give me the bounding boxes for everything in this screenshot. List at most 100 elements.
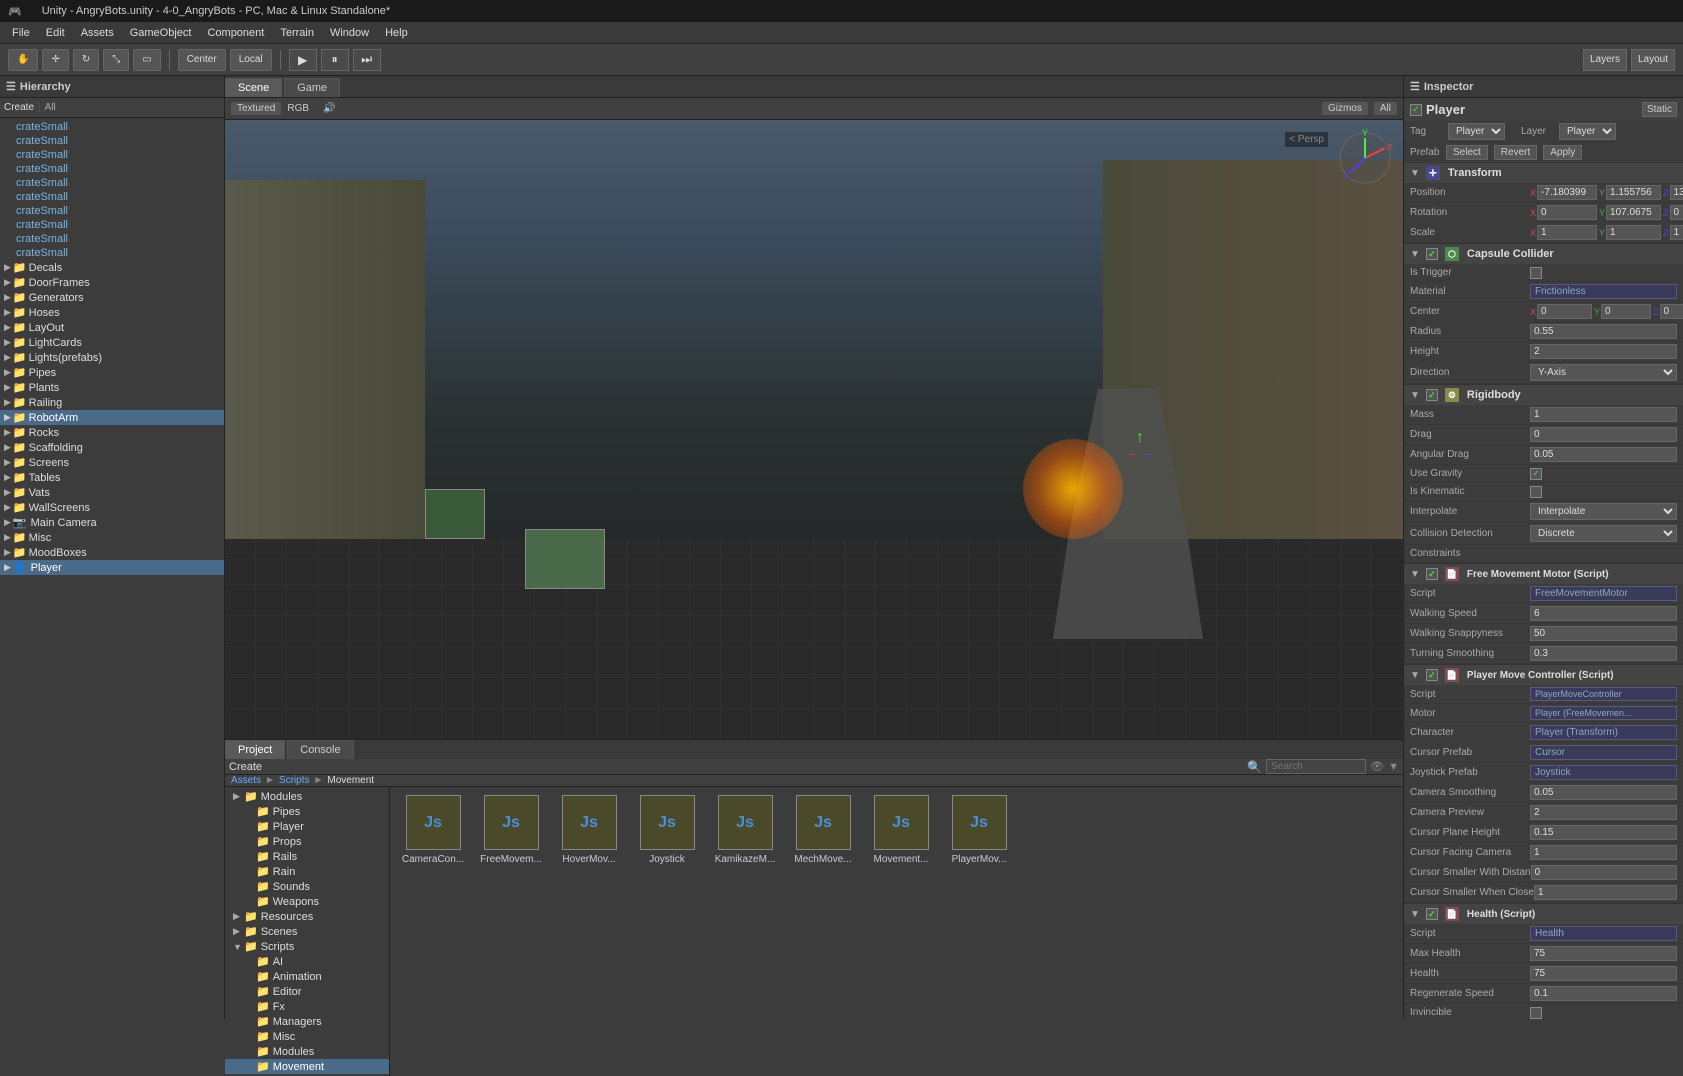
hierarchy-folder-tables[interactable]: ▶📁Tables (0, 470, 224, 485)
project-create-btn[interactable]: Create (229, 761, 262, 773)
center-y-input[interactable] (1601, 304, 1651, 319)
proj-folder-rain[interactable]: 📁Rain (225, 864, 389, 879)
is-kinematic-checkbox[interactable] (1530, 486, 1542, 498)
list-item[interactable]: crateSmall (0, 204, 224, 218)
list-item[interactable]: crateSmall (0, 190, 224, 204)
gizmos-btn[interactable]: Gizmos (1322, 102, 1368, 115)
proj-folder-editor[interactable]: 📁Editor (225, 984, 389, 999)
hierarchy-folder-decals[interactable]: ▶📁Decals (0, 260, 224, 275)
mass-input[interactable] (1530, 407, 1677, 422)
is-trigger-checkbox[interactable] (1530, 267, 1542, 279)
project-search-input[interactable] (1266, 759, 1366, 774)
hierarchy-folder-player[interactable]: ▶👤Player (0, 560, 224, 575)
proj-folder-modules[interactable]: ▶📁Modules (225, 789, 389, 804)
menu-item-edit[interactable]: Edit (38, 25, 73, 41)
proj-folder-rails[interactable]: 📁Rails (225, 849, 389, 864)
angular-drag-input[interactable] (1530, 447, 1677, 462)
cursor-smaller-close-input[interactable] (1534, 885, 1677, 900)
collision-select[interactable]: Discrete (1530, 525, 1677, 542)
max-health-input[interactable] (1530, 946, 1677, 961)
use-gravity-checkbox[interactable]: ✓ (1530, 468, 1542, 480)
hierarchy-folder-scaffolding[interactable]: ▶📁Scaffolding (0, 440, 224, 455)
apply-btn[interactable]: Apply (1543, 145, 1582, 160)
hierarchy-create-btn[interactable]: Create (4, 102, 34, 113)
list-item[interactable]: crateSmall (0, 120, 224, 134)
revert-btn[interactable]: Revert (1494, 145, 1537, 160)
health-script-ref[interactable]: Health (1530, 926, 1677, 941)
proj-folder-player[interactable]: 📁Player (225, 819, 389, 834)
list-item[interactable]: crateSmall (0, 218, 224, 232)
tool-rect[interactable]: ▭ (133, 49, 160, 71)
breadcrumb-scripts[interactable]: Scripts (279, 775, 310, 786)
static-btn[interactable]: Static (1642, 102, 1677, 117)
fm-script-ref[interactable]: FreeMovementMotor (1530, 586, 1677, 601)
rot-z-input[interactable] (1670, 205, 1683, 220)
health-enable-checkbox[interactable]: ✓ (1426, 908, 1438, 920)
file-item-cameracon[interactable]: Js CameraCon... (398, 795, 468, 865)
menu-item-window[interactable]: Window (322, 25, 377, 41)
proj-folder-animation[interactable]: 📁Animation (225, 969, 389, 984)
regen-speed-input[interactable] (1530, 986, 1677, 1001)
tool-hand[interactable]: ✋ (8, 49, 38, 71)
list-item[interactable]: crateSmall (0, 176, 224, 190)
hierarchy-folder-layout[interactable]: ▶📁LayOut (0, 320, 224, 335)
scale-y-input[interactable] (1606, 225, 1661, 240)
character-ref[interactable]: Player (Transform) (1530, 725, 1677, 740)
list-item[interactable]: crateSmall (0, 134, 224, 148)
tool-rotate[interactable]: ↻ (73, 49, 99, 71)
file-item-freemovem[interactable]: Js FreeMovem... (476, 795, 546, 865)
scale-z-input[interactable] (1670, 225, 1683, 240)
layout-dropdown[interactable]: Layout (1631, 49, 1675, 71)
capsule-enable-checkbox[interactable]: ✓ (1426, 248, 1438, 260)
proj-folder-scripts[interactable]: ▼📁Scripts (225, 939, 389, 954)
interpolate-select[interactable]: Interpolate (1530, 503, 1677, 520)
camera-smoothing-input[interactable] (1530, 785, 1677, 800)
hierarchy-folder-hoses[interactable]: ▶📁Hoses (0, 305, 224, 320)
layer-select[interactable]: Player (1559, 123, 1616, 140)
select-btn[interactable]: Select (1446, 145, 1488, 160)
hierarchy-all-btn[interactable]: All (45, 102, 56, 113)
hierarchy-folder-doorframes[interactable]: ▶📁DoorFrames (0, 275, 224, 290)
transform-gizmo[interactable]: ↑ ←→ (1127, 429, 1153, 459)
tool-move[interactable]: ✛ (42, 49, 68, 71)
proj-folder-movement[interactable]: 📁Movement (225, 1059, 389, 1074)
cursor-facing-input[interactable] (1530, 845, 1677, 860)
free-movement-enable-checkbox[interactable]: ✓ (1426, 568, 1438, 580)
hierarchy-folder-moodboxes[interactable]: ▶📁MoodBoxes (0, 545, 224, 560)
hierarchy-folder-generators[interactable]: ▶📁Generators (0, 290, 224, 305)
hierarchy-folder-lights[interactable]: ▶📁Lights(prefabs) (0, 350, 224, 365)
layers-dropdown[interactable]: Layers (1583, 49, 1627, 71)
health-val-input[interactable] (1530, 966, 1677, 981)
viewport[interactable]: < Persp X Y Z ↑ ←→ (225, 120, 1403, 739)
pos-z-input[interactable] (1670, 185, 1683, 200)
file-item-movement[interactable]: Js Movement... (866, 795, 936, 865)
proj-folder-pipes[interactable]: 📁Pipes (225, 804, 389, 819)
height-input[interactable] (1530, 344, 1677, 359)
center-x-input[interactable] (1537, 304, 1592, 319)
pause-btn[interactable]: ⏸ (321, 49, 349, 71)
rot-x-input[interactable] (1537, 205, 1597, 220)
proj-folder-scenes[interactable]: ▶📁Scenes (225, 924, 389, 939)
menu-item-help[interactable]: Help (377, 25, 416, 41)
tab-console[interactable]: Console (287, 740, 353, 759)
menu-item-terrain[interactable]: Terrain (272, 25, 322, 41)
drag-input[interactable] (1530, 427, 1677, 442)
gameobj-enable-checkbox[interactable]: ✓ (1410, 104, 1422, 116)
cursor-smaller-dist-input[interactable] (1531, 865, 1677, 880)
file-item-mechmove[interactable]: Js MechMove... (788, 795, 858, 865)
list-item[interactable]: crateSmall (0, 162, 224, 176)
proj-folder-sounds[interactable]: 📁Sounds (225, 879, 389, 894)
walking-snappyness-input[interactable] (1530, 626, 1677, 641)
play-btn[interactable]: ▶ (289, 49, 317, 71)
radius-input[interactable] (1530, 324, 1677, 339)
local-btn[interactable]: Local (230, 49, 272, 71)
menu-item-component[interactable]: Component (199, 25, 272, 41)
walking-speed-input[interactable] (1530, 606, 1677, 621)
turning-smoothing-input[interactable] (1530, 646, 1677, 661)
hierarchy-folder-vats[interactable]: ▶📁Vats (0, 485, 224, 500)
proj-folder-managers[interactable]: 📁Managers (225, 1014, 389, 1029)
all-btn[interactable]: All (1374, 102, 1397, 115)
hierarchy-folder-misc[interactable]: ▶📁Misc (0, 530, 224, 545)
file-item-playermov[interactable]: Js PlayerMov... (944, 795, 1014, 865)
list-item[interactable]: crateSmall (0, 232, 224, 246)
